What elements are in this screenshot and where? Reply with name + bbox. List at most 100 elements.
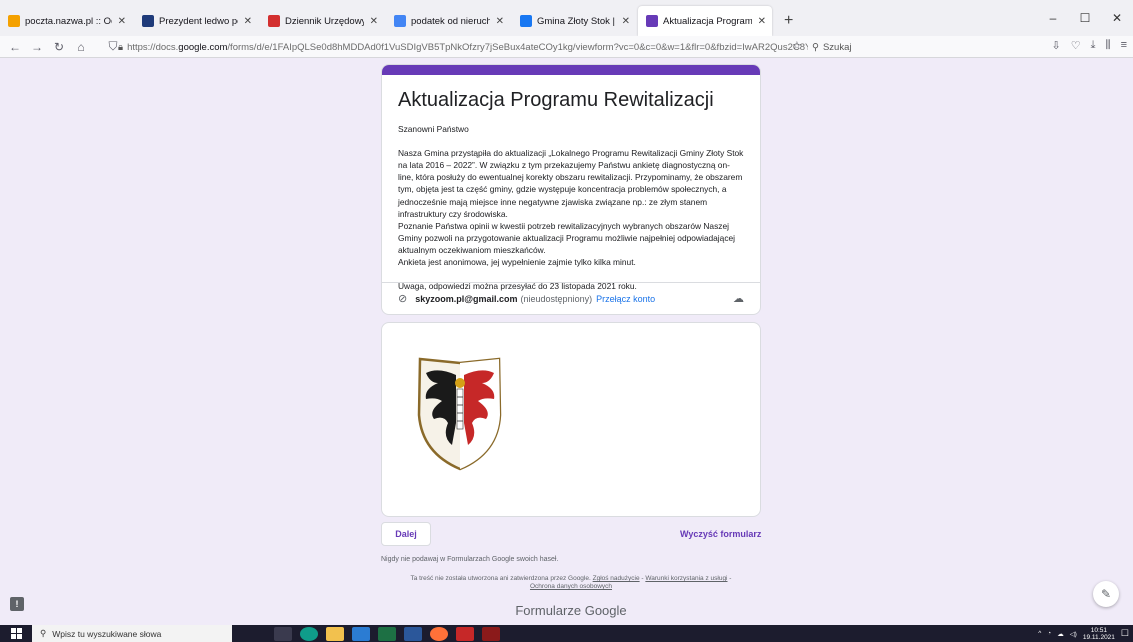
close-tab-icon[interactable]: ✕ bbox=[244, 16, 252, 27]
browser-search-box[interactable]: ⚲ Szukaj bbox=[812, 39, 1022, 55]
taskbar-apps bbox=[274, 626, 500, 641]
disclaimer: Ta treść nie została utworzona ani zatwi… bbox=[381, 575, 761, 591]
close-window-button[interactable]: ✕ bbox=[1101, 11, 1133, 25]
form-description: Szanowni Państwo Nasza Gmina przystąpiła… bbox=[398, 124, 744, 292]
notifications-icon[interactable]: ☐ bbox=[1121, 628, 1129, 639]
account-row: ⊘ skyzoom.pl@gmail.com (nieudostępniony)… bbox=[382, 282, 760, 314]
search-icon: ⚲ bbox=[812, 41, 819, 53]
system-tray: ^ ◔ ☁ ◁) 10:51 19.11.2021 ☐ bbox=[1038, 625, 1129, 642]
reload-button[interactable]: ↻ bbox=[48, 40, 70, 54]
forms-icon bbox=[646, 15, 658, 27]
back-button[interactable]: ← bbox=[4, 40, 26, 54]
firefox-icon[interactable] bbox=[430, 626, 448, 641]
coat-of-arms-image bbox=[417, 357, 502, 471]
google-forms-logo: Formularze Google bbox=[515, 603, 627, 618]
tab-label: Aktualizacja Programu Rewitali bbox=[663, 15, 752, 27]
cloud-saved-icon: ☁ bbox=[733, 293, 744, 305]
bookmark-star-icon[interactable]: ☆ bbox=[792, 39, 802, 52]
browser-tab[interactable]: podatek od nieruchomości zaję ✕ bbox=[386, 6, 510, 36]
switch-account-link[interactable]: Przełącz konto bbox=[596, 294, 655, 304]
close-tab-icon[interactable]: ✕ bbox=[622, 16, 630, 27]
url-path: /forms/d/e/1FAIpQLSe0d8hMDDAd0f1VuSDIgVB… bbox=[227, 41, 808, 53]
edge-icon[interactable] bbox=[300, 626, 318, 641]
app-icon[interactable] bbox=[482, 626, 500, 641]
save-pocket-icon[interactable]: ⇩ bbox=[1052, 39, 1061, 52]
toolbar-right: ⇩ ♡ ⤓ ⫼ ≡ bbox=[1052, 39, 1127, 52]
form-accent-bar bbox=[382, 65, 760, 75]
home-button[interactable]: ⌂ bbox=[70, 40, 92, 54]
tab-label: podatek od nieruchomości zaję bbox=[411, 15, 490, 27]
clock-date: 19.11.2021 bbox=[1082, 633, 1115, 641]
form-image-card bbox=[381, 322, 761, 517]
next-button[interactable]: Dalej bbox=[381, 522, 431, 546]
hidden-eye-icon: ⊘ bbox=[398, 293, 408, 305]
volume-icon[interactable]: ◁) bbox=[1070, 630, 1077, 638]
document-icon bbox=[268, 15, 280, 27]
excel-icon[interactable] bbox=[378, 626, 396, 641]
browser-tab[interactable]: Prezydent ledwo podpisał Polsk ✕ bbox=[134, 6, 258, 36]
privacy-link[interactable]: Ochrona danych osobowych bbox=[530, 583, 612, 590]
outlook-icon[interactable] bbox=[352, 626, 370, 641]
window-controls: – ☐ ✕ bbox=[1037, 0, 1133, 36]
close-tab-icon[interactable]: ✕ bbox=[370, 16, 378, 27]
account-status: (nieudostępniony) bbox=[520, 293, 593, 304]
clock[interactable]: 10:51 19.11.2021 bbox=[1083, 627, 1115, 641]
separator: - bbox=[727, 575, 732, 582]
lock-icon: 🔒︎ bbox=[118, 41, 124, 53]
address-bar[interactable]: 🔒︎ https://docs. google.com/forms/d/e/1FA… bbox=[118, 39, 808, 55]
browser-tab[interactable]: Dziennik Urzędowy Województ ✕ bbox=[260, 6, 384, 36]
taskbar-search-placeholder: Wpisz tu wyszukiwane słowa bbox=[52, 628, 162, 639]
clear-form-button[interactable]: Wyczyść formularz bbox=[680, 529, 761, 539]
tab-label: Gmina Złoty Stok | Facebook bbox=[537, 15, 616, 27]
windows-logo-icon bbox=[10, 628, 22, 639]
close-tab-icon[interactable]: ✕ bbox=[758, 16, 766, 27]
minimize-button[interactable]: – bbox=[1037, 11, 1069, 25]
library-icon[interactable]: ⫼ bbox=[1106, 39, 1111, 52]
form-title: Aktualizacja Programu Rewitalizacji bbox=[398, 89, 714, 111]
start-button[interactable] bbox=[0, 625, 32, 642]
browser-tab[interactable]: Aktualizacja Programu Rewitali ✕ bbox=[638, 6, 772, 36]
menu-icon[interactable]: ≡ bbox=[1121, 39, 1127, 52]
browser-tab-strip: poczta.nazwa.pl :: Odebrane✕Prezydent le… bbox=[0, 0, 1133, 36]
network-icon[interactable]: ◔ bbox=[1047, 630, 1051, 637]
browser-tab[interactable]: poczta.nazwa.pl :: Odebrane ✕ bbox=[0, 6, 132, 36]
new-tab-button[interactable]: + bbox=[774, 6, 803, 36]
browser-tab[interactable]: Gmina Złoty Stok | Facebook ✕ bbox=[512, 6, 636, 36]
forward-button[interactable]: → bbox=[26, 40, 48, 54]
downloads-icon[interactable]: ⤓ bbox=[1091, 39, 1096, 52]
task-view-icon[interactable] bbox=[274, 626, 292, 641]
pocket-icon[interactable]: ♡ bbox=[1071, 39, 1081, 52]
close-tab-icon[interactable]: ✕ bbox=[496, 16, 504, 27]
password-warning: Nigdy nie podawaj w Formularzach Google … bbox=[381, 556, 559, 563]
taskbar-search[interactable]: ⚲ Wpisz tu wyszukiwane słowa bbox=[32, 625, 232, 642]
word-icon[interactable] bbox=[404, 626, 422, 641]
chevron-up-icon[interactable]: ^ bbox=[1038, 630, 1041, 637]
tab-label: Dziennik Urzędowy Województ bbox=[285, 15, 364, 27]
report-abuse-link[interactable]: Zgłoś nadużycie bbox=[593, 575, 640, 582]
terms-link[interactable]: Warunki korzystania z usługi bbox=[645, 575, 727, 582]
facebook-icon bbox=[520, 15, 532, 27]
url-host: google.com bbox=[178, 41, 228, 53]
url-prefix: https://docs. bbox=[127, 41, 179, 53]
clock-time: 10:51 bbox=[1090, 626, 1108, 634]
navigation-bar: ← → ↻ ⌂ ⛉ 🔒︎ https://docs. google.com/for… bbox=[0, 36, 1133, 58]
edit-pencil-icon[interactable]: ✎ bbox=[1093, 581, 1119, 607]
report-feedback-icon[interactable]: ! bbox=[10, 597, 24, 611]
tab-label: poczta.nazwa.pl :: Odebrane bbox=[25, 15, 112, 27]
tab-label: Prezydent ledwo podpisał Polsk bbox=[159, 15, 238, 27]
acrobat-icon[interactable] bbox=[456, 626, 474, 641]
account-email: skyzoom.pl@gmail.com bbox=[415, 293, 518, 304]
form-header-card: Aktualizacja Programu Rewitalizacji Szan… bbox=[381, 64, 761, 315]
search-placeholder: Szukaj bbox=[822, 41, 852, 53]
file-explorer-icon[interactable] bbox=[326, 626, 344, 641]
google-icon bbox=[394, 15, 406, 27]
close-tab-icon[interactable]: ✕ bbox=[118, 16, 126, 27]
windows-taskbar: ⚲ Wpisz tu wyszukiwane słowa ^ ◔ ☁ ◁) 10… bbox=[0, 625, 1133, 642]
maximize-button[interactable]: ☐ bbox=[1069, 11, 1101, 25]
tab-list: poczta.nazwa.pl :: Odebrane✕Prezydent le… bbox=[0, 6, 774, 36]
disclaimer-text: Ta treść nie została utworzona ani zatwi… bbox=[410, 575, 593, 582]
mail-icon bbox=[8, 15, 20, 27]
search-icon: ⚲ bbox=[40, 628, 47, 638]
news-icon bbox=[142, 15, 154, 27]
onedrive-icon[interactable]: ☁ bbox=[1057, 630, 1064, 638]
